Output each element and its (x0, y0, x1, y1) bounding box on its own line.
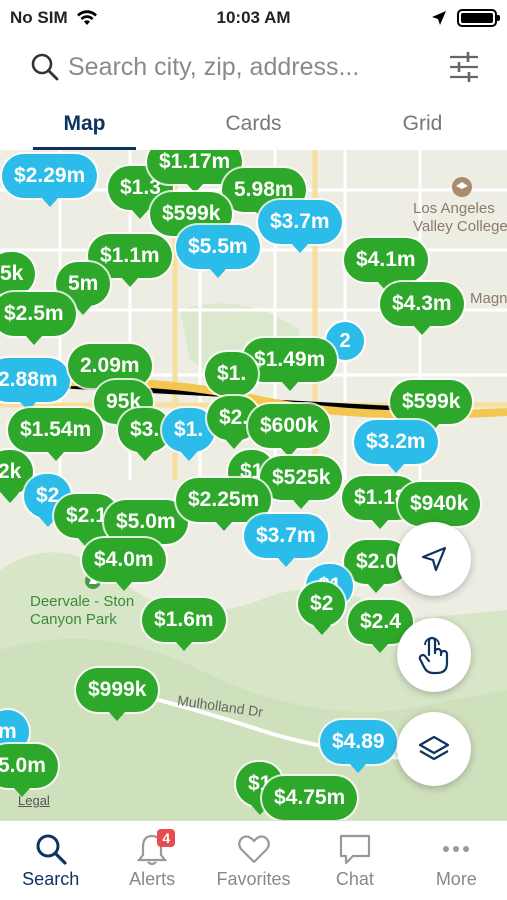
nav-label: Favorites (216, 869, 291, 889)
price-pin[interactable]: $940k (398, 482, 481, 535)
price-pin[interactable]: $2.5m (0, 292, 76, 345)
nav-search[interactable]: Search (0, 821, 101, 900)
college-icon (452, 177, 472, 197)
nav-chat[interactable]: Chat (304, 821, 405, 900)
price-pin[interactable]: $4.89 (320, 720, 397, 773)
price-pin[interactable]: $4.75m (262, 776, 358, 820)
price-pin[interactable]: $599k (390, 380, 473, 433)
search-icon (36, 834, 67, 865)
bottom-tab-bar: Search 4 Alerts Favorites Chat More (0, 820, 507, 900)
map-label-park: Deervale - Ston Canyon Park (30, 593, 135, 628)
alerts-badge: 4 (157, 829, 176, 847)
search-input[interactable] (68, 52, 423, 82)
price-pin[interactable]: $1.54m (8, 408, 104, 461)
battery-icon (457, 9, 500, 27)
navigation-arrow-icon (421, 546, 447, 572)
nav-favorites[interactable]: Favorites (203, 821, 304, 900)
draw-area-button[interactable] (397, 618, 471, 692)
map-label-college: Los Angeles Valley College (413, 200, 507, 235)
price-pin[interactable]: $1. (205, 352, 259, 405)
price-pin[interactable]: $1.6m (142, 598, 226, 651)
current-location-button[interactable] (397, 522, 471, 596)
filter-sliders-icon[interactable] (448, 50, 480, 84)
more-dots-icon (443, 846, 470, 852)
nav-label: Chat (335, 869, 374, 889)
price-pin[interactable]: $600k (248, 404, 331, 457)
price-pin[interactable]: $3.2m (354, 420, 438, 473)
price-pin[interactable]: $3.7m (244, 514, 328, 567)
carrier-label: No SIM (10, 8, 68, 27)
legal-link[interactable]: Legal (18, 793, 50, 808)
nav-more[interactable]: More (406, 821, 507, 900)
price-pin[interactable]: $2.29m (2, 154, 98, 207)
price-pin[interactable]: $525k (260, 456, 343, 509)
nav-label: More (435, 869, 477, 889)
location-arrow-icon (432, 11, 446, 25)
price-pin[interactable]: $5.5m (176, 225, 260, 278)
map-view[interactable]: Los Angeles Valley College Magn Deervale… (0, 150, 507, 820)
map-label-magn: Magn (470, 290, 507, 307)
chat-icon (339, 834, 371, 865)
nav-label: Search (22, 869, 80, 889)
wifi-icon (76, 10, 97, 25)
price-pin[interactable]: $2 (298, 582, 346, 635)
price-pin[interactable]: $4.1m (344, 238, 428, 291)
view-tabs: Map Cards Grid (0, 104, 507, 150)
status-bar: No SIM 10:03 AM (0, 0, 507, 36)
layers-icon (418, 735, 450, 761)
price-pin[interactable]: $4.0m (82, 538, 166, 591)
price-pin[interactable]: $3.7m (258, 200, 342, 253)
nav-alerts[interactable]: 4 Alerts (101, 821, 202, 900)
search-bar[interactable] (30, 44, 480, 90)
price-pin[interactable]: 5.0m (0, 744, 58, 797)
clock: 10:03 AM (216, 8, 291, 27)
price-pin[interactable]: 2.88m (0, 358, 70, 411)
heart-icon (237, 835, 270, 864)
nav-label: Alerts (129, 869, 176, 889)
map-layers-button[interactable] (397, 712, 471, 786)
tab-map[interactable]: Map (0, 104, 169, 150)
tab-cards[interactable]: Cards (169, 104, 338, 150)
price-pin[interactable]: $4.3m (380, 282, 464, 335)
price-pin[interactable]: $999k (76, 668, 159, 721)
tab-grid[interactable]: Grid (338, 104, 507, 150)
hand-pointer-icon (418, 636, 449, 675)
search-icon (31, 53, 59, 81)
